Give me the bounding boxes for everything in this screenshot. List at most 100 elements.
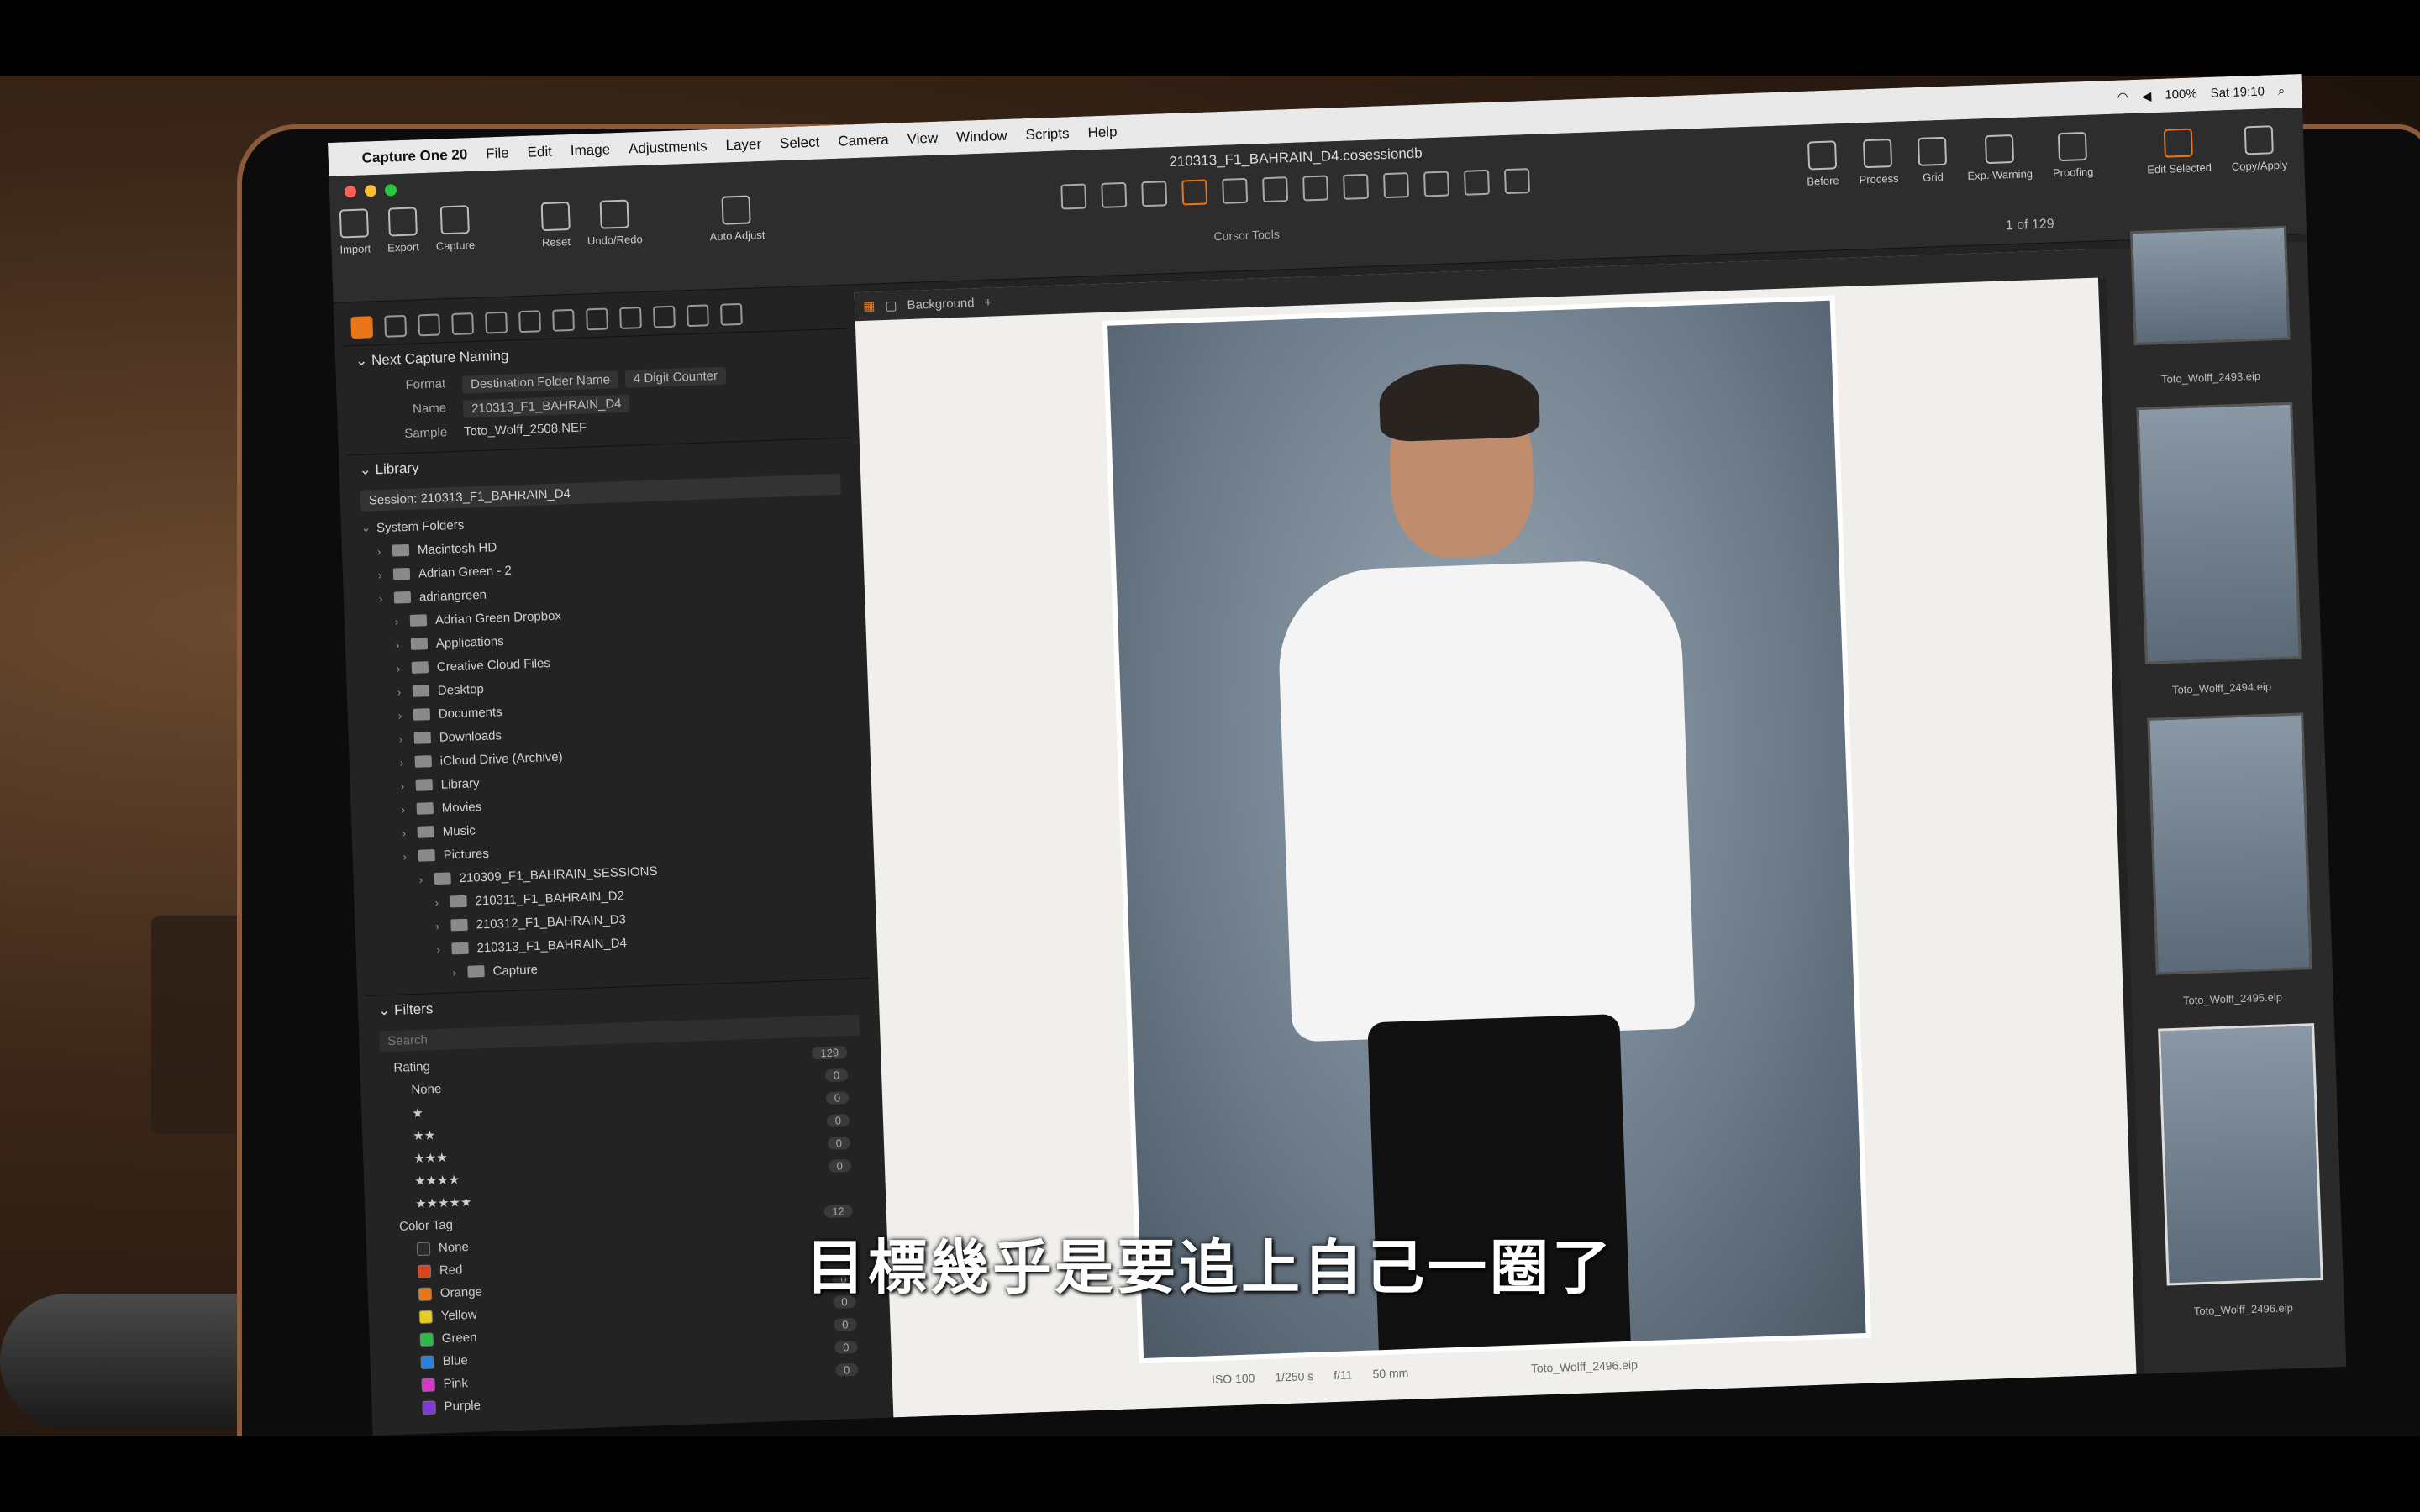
capture-tab-icon[interactable] — [384, 314, 408, 338]
search-tab-icon[interactable] — [653, 305, 676, 328]
clock[interactable]: Sat 19:10 — [2210, 85, 2265, 102]
exp-warning-button[interactable]: Exp. Warning — [1966, 134, 2033, 182]
wifi-icon[interactable]: ◠ — [2117, 89, 2128, 104]
import-button[interactable]: Import — [339, 208, 371, 256]
pointer-tool-icon[interactable] — [1060, 183, 1087, 210]
metadata-tab-icon[interactable] — [719, 302, 743, 326]
heal-tool-icon[interactable] — [1423, 171, 1450, 197]
menu-camera[interactable]: Camera — [838, 132, 889, 150]
undo-icon — [599, 199, 629, 229]
folder-label: Downloads — [439, 727, 502, 745]
chevron-right-icon[interactable]: › — [398, 708, 414, 722]
eraser-tool-icon[interactable] — [1383, 172, 1410, 199]
chevron-right-icon[interactable]: › — [434, 895, 450, 908]
chevron-right-icon[interactable]: › — [452, 965, 468, 979]
counter-select[interactable]: 4 Digit Counter — [624, 366, 727, 388]
chevron-right-icon[interactable]: › — [395, 614, 411, 627]
crop-tab-icon[interactable] — [619, 307, 642, 329]
folder-label: 210311_F1_BAHRAIN_D2 — [475, 888, 625, 908]
chevron-right-icon[interactable]: › — [399, 732, 415, 745]
thumbnail[interactable] — [2129, 225, 2291, 346]
chevron-right-icon[interactable]: › — [401, 779, 417, 792]
brush-tab-icon[interactable] — [687, 304, 709, 328]
folder-label: Macintosh HD — [417, 539, 497, 558]
pan-tool-icon[interactable] — [1101, 181, 1128, 208]
single-view-icon[interactable]: ▢ — [885, 297, 897, 312]
exposure-tab-icon[interactable] — [518, 310, 542, 333]
menu-window[interactable]: Window — [956, 128, 1007, 146]
chevron-right-icon[interactable]: › — [378, 568, 394, 581]
details-tab-icon[interactable] — [552, 308, 575, 332]
lens-tab-icon[interactable] — [418, 313, 441, 337]
menu-image[interactable]: Image — [571, 141, 611, 160]
proofing-button[interactable]: Proofing — [2051, 131, 2094, 179]
minimize-window-icon[interactable] — [364, 185, 377, 197]
info-tab-icon[interactable] — [451, 312, 475, 335]
loupe-tool-icon[interactable] — [1141, 181, 1168, 207]
annotate-tool-icon[interactable] — [1503, 168, 1530, 195]
copy-apply-button[interactable]: Copy/Apply — [2230, 125, 2288, 173]
menu-select[interactable]: Select — [780, 134, 820, 153]
layer-select[interactable]: Background — [907, 296, 975, 312]
name-field[interactable]: 210313_F1_BAHRAIN_D4 — [462, 394, 630, 418]
levels-tab-icon[interactable] — [586, 307, 608, 331]
undo-redo-button[interactable]: Undo/Redo — [586, 199, 643, 247]
chevron-right-icon[interactable]: › — [377, 544, 393, 558]
menu-scripts[interactable]: Scripts — [1025, 125, 1070, 144]
menu-help[interactable]: Help — [1087, 123, 1118, 141]
chevron-right-icon[interactable]: › — [402, 826, 418, 839]
folder-label: Movies — [441, 799, 482, 816]
chevron-right-icon[interactable]: › — [379, 591, 395, 605]
close-window-icon[interactable] — [344, 185, 357, 198]
auto-adjust-button[interactable]: Auto Adjust — [708, 195, 765, 243]
folder-label: 210312_F1_BAHRAIN_D3 — [476, 911, 627, 932]
menu-adjustments[interactable]: Adjustments — [629, 138, 708, 157]
thumbnail[interactable] — [2136, 402, 2302, 664]
format-select[interactable]: Destination Folder Name — [461, 370, 619, 394]
color-tab-icon[interactable] — [485, 311, 508, 334]
chevron-right-icon[interactable]: › — [397, 685, 413, 698]
photo-filename: Toto_Wolff_2496.eip — [1530, 1357, 1639, 1375]
document-title: 210313_F1_BAHRAIN_D4.cosessiondb — [1169, 144, 1423, 171]
folder-icon — [450, 918, 468, 932]
keystone-tool-icon[interactable] — [1262, 176, 1289, 203]
layers-icon[interactable]: ▦ — [863, 298, 876, 313]
reset-button[interactable]: Reset — [540, 202, 571, 249]
battery-percent[interactable]: 100% — [2165, 87, 2197, 102]
menu-layer[interactable]: Layer — [725, 136, 761, 154]
rating-list: None 0 ★ 0 ★★ 0 ★★★ 0 ★★★★ 0 ★★★★★ — [369, 1063, 877, 1216]
export-button[interactable]: Export — [387, 207, 419, 255]
reset-icon — [540, 202, 571, 232]
volume-icon[interactable]: ◀ — [2142, 88, 2152, 103]
thumbnail[interactable] — [2147, 712, 2312, 975]
menu-file[interactable]: File — [486, 144, 509, 162]
chevron-right-icon[interactable]: › — [402, 849, 418, 863]
chevron-right-icon[interactable]: › — [400, 755, 416, 769]
process-button[interactable]: Process — [1858, 139, 1899, 186]
picker-tool-icon[interactable] — [1463, 169, 1490, 196]
before-button[interactable]: Before — [1806, 140, 1839, 188]
capture-button[interactable]: Capture — [434, 205, 475, 253]
app-name-menu[interactable]: Capture One 20 — [361, 146, 467, 166]
mask-tool-icon[interactable] — [1302, 175, 1329, 202]
zoom-window-icon[interactable] — [384, 184, 397, 197]
chevron-right-icon[interactable]: › — [396, 638, 412, 651]
video-subtitle: 目標幾乎是要追上自己一圈了 — [806, 1235, 1614, 1300]
spotlight-icon[interactable]: ⌕ — [2278, 84, 2286, 99]
chevron-right-icon[interactable]: › — [435, 919, 451, 932]
crop-tool-icon[interactable] — [1181, 179, 1208, 206]
edit-selected-button[interactable]: Edit Selected — [2146, 128, 2212, 176]
chevron-right-icon[interactable]: › — [418, 873, 434, 885]
rotate-tool-icon[interactable] — [1222, 177, 1249, 204]
cursor-tools-label: Cursor Tools — [1213, 227, 1281, 244]
grid-button[interactable]: Grid — [1917, 136, 1948, 184]
chevron-right-icon[interactable]: › — [397, 661, 413, 675]
chevron-right-icon[interactable]: › — [401, 802, 417, 816]
chevron-right-icon[interactable]: › — [436, 942, 452, 955]
menu-view[interactable]: View — [907, 130, 938, 148]
brush-tool-icon[interactable] — [1343, 173, 1370, 200]
main-photo[interactable] — [1107, 300, 1866, 1358]
add-layer-icon[interactable]: + — [984, 295, 992, 309]
menu-edit[interactable]: Edit — [527, 144, 552, 161]
library-tab-icon[interactable] — [350, 316, 374, 339]
